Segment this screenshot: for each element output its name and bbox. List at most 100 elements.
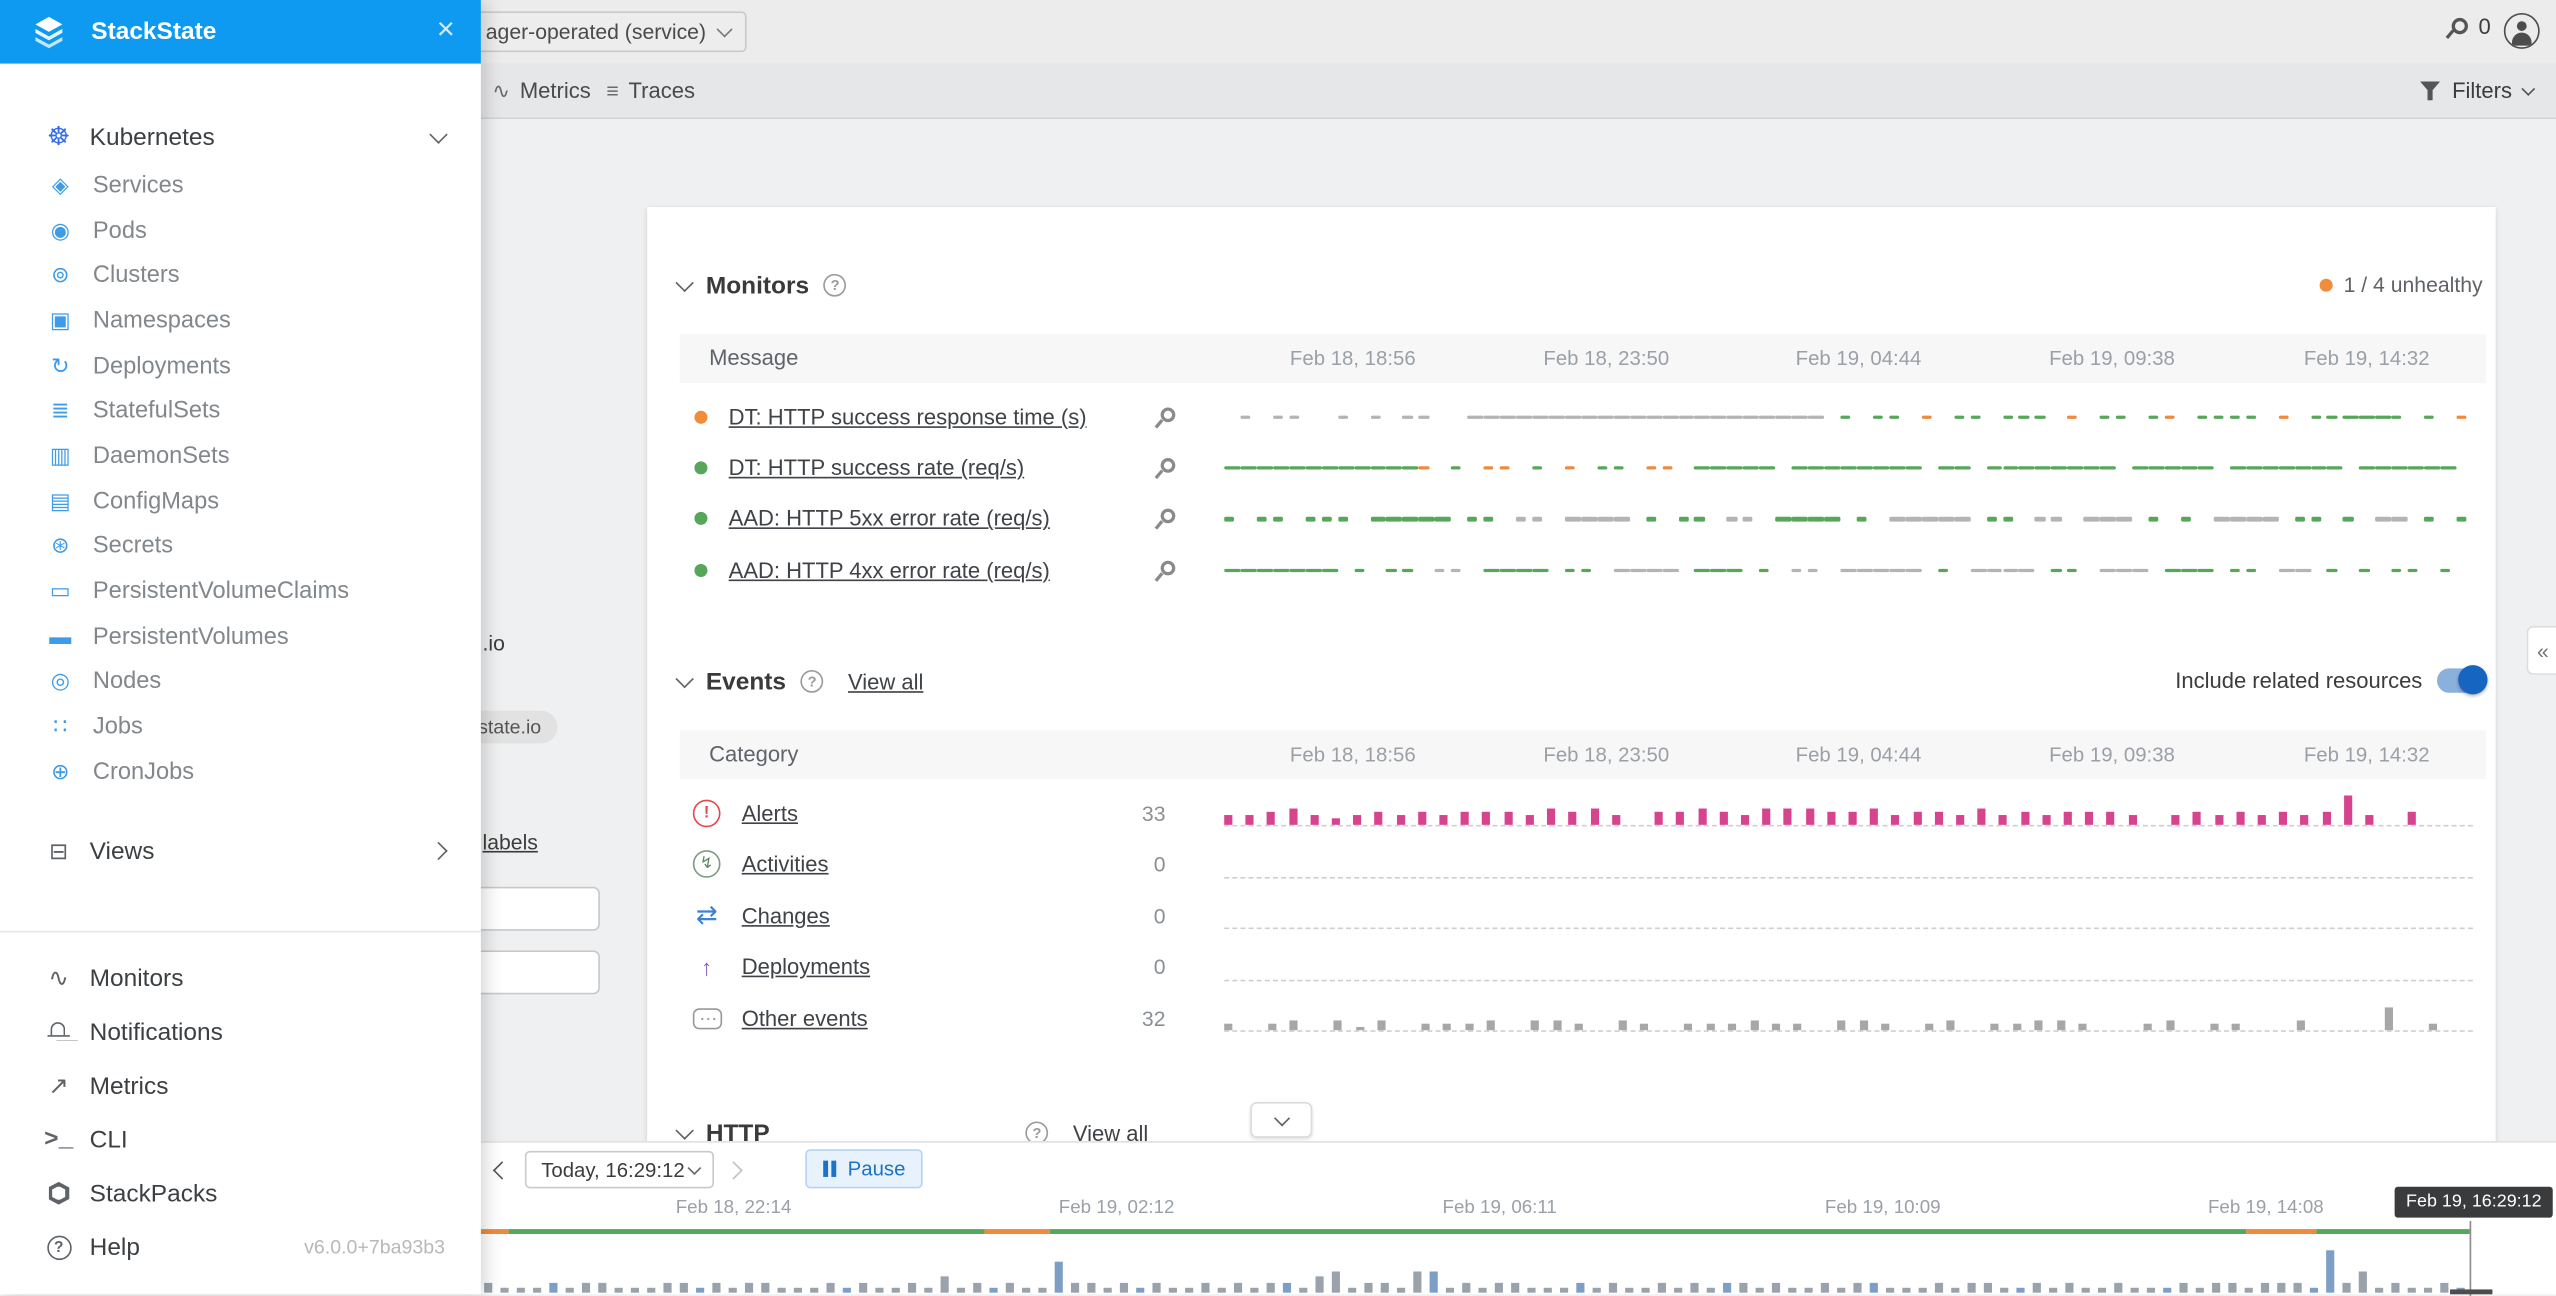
sidebar-item-namespaces[interactable]: ▣Namespaces xyxy=(0,298,481,343)
sidebar-item-label: Notifications xyxy=(90,1018,223,1046)
sidebar-item-label: Secrets xyxy=(93,534,173,560)
changes-icon: ⇄ xyxy=(693,902,721,930)
monitor-link[interactable]: AAD: HTTP 5xx error rate (req/s) xyxy=(729,507,1050,531)
sidebar-item-cli[interactable]: >_ CLI xyxy=(0,1117,481,1163)
event-category-link[interactable]: Changes xyxy=(742,904,830,928)
time-tick: Feb 18, 23:50 xyxy=(1543,334,1669,383)
event-histogram xyxy=(1224,999,2473,1032)
cli-icon: >_ xyxy=(44,1126,73,1154)
statefulsets-icon: ≣ xyxy=(47,398,73,424)
collapse-chevron-icon[interactable] xyxy=(675,1121,693,1139)
pvc-icon: ▭ xyxy=(47,579,73,605)
event-category-link[interactable]: Activities xyxy=(742,852,829,876)
pause-icon xyxy=(823,1161,836,1177)
pin-icon[interactable] xyxy=(1152,508,1175,531)
collapse-chevron-icon[interactable] xyxy=(675,274,693,292)
event-category-link[interactable]: Other events xyxy=(742,1006,868,1030)
pin-icon[interactable] xyxy=(1152,405,1175,428)
include-related-toggle[interactable] xyxy=(2437,668,2486,692)
event-histogram xyxy=(1224,897,2473,930)
timeline-back-button[interactable] xyxy=(487,1152,516,1188)
pin-icon[interactable] xyxy=(1152,457,1175,480)
sidebar-item-services[interactable]: ◈Services xyxy=(0,163,481,208)
timeline-chart[interactable] xyxy=(481,1224,2502,1296)
sidebar-item-deployments[interactable]: ↻Deployments xyxy=(0,344,481,389)
help-icon[interactable] xyxy=(801,670,824,693)
close-icon[interactable]: × xyxy=(437,10,455,52)
tab-label: Metrics xyxy=(520,78,591,102)
metrics-tab-icon: ∿ xyxy=(492,77,510,103)
sidebar-item-label: CronJobs xyxy=(93,759,194,785)
sidebar-item-clusters[interactable]: ⊚Clusters xyxy=(0,253,481,298)
user-avatar[interactable] xyxy=(2504,13,2540,49)
help-icon[interactable] xyxy=(824,274,847,297)
monitors-time-axis: Feb 18, 18:56 Feb 18, 23:50 Feb 19, 04:4… xyxy=(1224,334,2473,383)
sidebar-item-notifications[interactable]: Notifications xyxy=(0,1009,481,1055)
pods-icon: ◉ xyxy=(47,218,73,244)
right-panel-expander[interactable]: « xyxy=(2527,626,2556,675)
sidebar-item-label: DaemonSets xyxy=(93,443,230,469)
event-category-link[interactable]: Alerts xyxy=(742,801,798,825)
monitor-link[interactable]: DT: HTTP success response time (s) xyxy=(729,405,1087,429)
status-dot xyxy=(694,564,707,577)
monitor-link[interactable]: AAD: HTTP 4xx error rate (req/s) xyxy=(729,558,1050,582)
kubernetes-icon: ☸ xyxy=(44,121,73,154)
chevron-right-icon xyxy=(724,1161,742,1179)
sidebar-item-metrics[interactable]: ↗ Metrics xyxy=(0,1063,481,1109)
version-label: v6.0.0+7ba93b3 xyxy=(304,1236,445,1259)
sidebar-item-persistentvolumeclaims[interactable]: ▭PersistentVolumeClaims xyxy=(0,569,481,614)
timeline-cursor[interactable] xyxy=(2470,1221,2472,1296)
sidebar-item-kubernetes[interactable]: ☸ Kubernetes xyxy=(0,114,481,160)
time-range-value: Today, 16:29:12 xyxy=(527,1158,685,1181)
url-fragment: .io xyxy=(483,631,505,655)
nodes-icon: ◎ xyxy=(47,669,73,695)
activity-icon: ↯ xyxy=(693,851,721,879)
monitor-health-timeline xyxy=(1224,494,2473,545)
filters-button[interactable]: Filters xyxy=(2419,64,2533,118)
tab-traces[interactable]: ≡ Traces xyxy=(606,64,695,118)
sidebar-item-configmaps[interactable]: ▤ConfigMaps xyxy=(0,479,481,524)
sidebar-item-views[interactable]: ⊟ Views xyxy=(0,828,481,874)
sidebar-item-label: PersistentVolumes xyxy=(93,624,289,650)
time-range-picker[interactable]: Today, 16:29:12 xyxy=(525,1151,714,1188)
labels-link[interactable]: labels xyxy=(483,830,538,854)
time-tick: Feb 19, 14:32 xyxy=(2304,730,2430,779)
sidebar-item-secrets[interactable]: ⊛Secrets xyxy=(0,524,481,569)
timeline-tick: Feb 18, 22:14 xyxy=(676,1198,792,1218)
sidebar-item-label: Clusters xyxy=(93,263,180,289)
pin-icon[interactable] xyxy=(1152,559,1175,582)
app-root: ager-operated (service) 0 ∿ Metrics ≡ Tr… xyxy=(0,0,2556,1294)
event-category-link[interactable]: Deployments xyxy=(742,955,870,979)
menu-divider xyxy=(0,931,481,933)
sidebar-item-daemonsets[interactable]: ▥ DaemonSets xyxy=(0,434,481,479)
time-tick: Feb 19, 09:38 xyxy=(2049,730,2175,779)
pause-button[interactable]: Pause xyxy=(805,1149,923,1188)
configmaps-icon: ▤ xyxy=(47,488,73,514)
chevron-down-icon xyxy=(717,21,733,37)
sidebar-item-pods[interactable]: ◉Pods xyxy=(0,208,481,253)
view-all-link[interactable]: View all xyxy=(848,669,923,693)
sidebar-item-help[interactable]: ? Help v6.0.0+7ba93b3 xyxy=(0,1224,481,1270)
status-dot xyxy=(694,410,707,423)
timeline-cursor-tooltip: Feb 19, 16:29:12 xyxy=(2395,1187,2553,1218)
daemonsets-icon: ▥ xyxy=(47,443,73,469)
sidebar-item-monitors[interactable]: ∿ Monitors xyxy=(0,955,481,1001)
sidebar-item-label: Help xyxy=(90,1233,140,1261)
timeline-forward-button[interactable] xyxy=(719,1152,748,1188)
sidebar-item-statefulsets[interactable]: ≣StatefulSets xyxy=(0,389,481,434)
timeline-collapse-button[interactable] xyxy=(1250,1102,1312,1138)
chevron-left-icon xyxy=(493,1161,511,1179)
sidebar-item-stackpacks[interactable]: StackPacks xyxy=(0,1170,481,1216)
monitor-link[interactable]: DT: HTTP success rate (req/s) xyxy=(729,456,1025,480)
sidebar-item-persistentvolumes[interactable]: ▬PersistentVolumes xyxy=(0,614,481,659)
tab-metrics[interactable]: ∿ Metrics xyxy=(492,64,590,118)
sidebar-item-nodes[interactable]: ◎Nodes xyxy=(0,659,481,704)
sidebar-item-cronjobs[interactable]: ⊕CronJobs xyxy=(0,750,481,795)
brand-name: StackState xyxy=(91,18,216,46)
sidebar-item-label: CLI xyxy=(90,1126,128,1154)
pin-icon xyxy=(2446,15,2469,38)
pinned-items-button[interactable]: 0 xyxy=(2446,15,2491,39)
metrics-icon: ↗ xyxy=(44,1071,73,1100)
sidebar-item-jobs[interactable]: ∷Jobs xyxy=(0,705,481,750)
collapse-chevron-icon[interactable] xyxy=(675,670,693,688)
